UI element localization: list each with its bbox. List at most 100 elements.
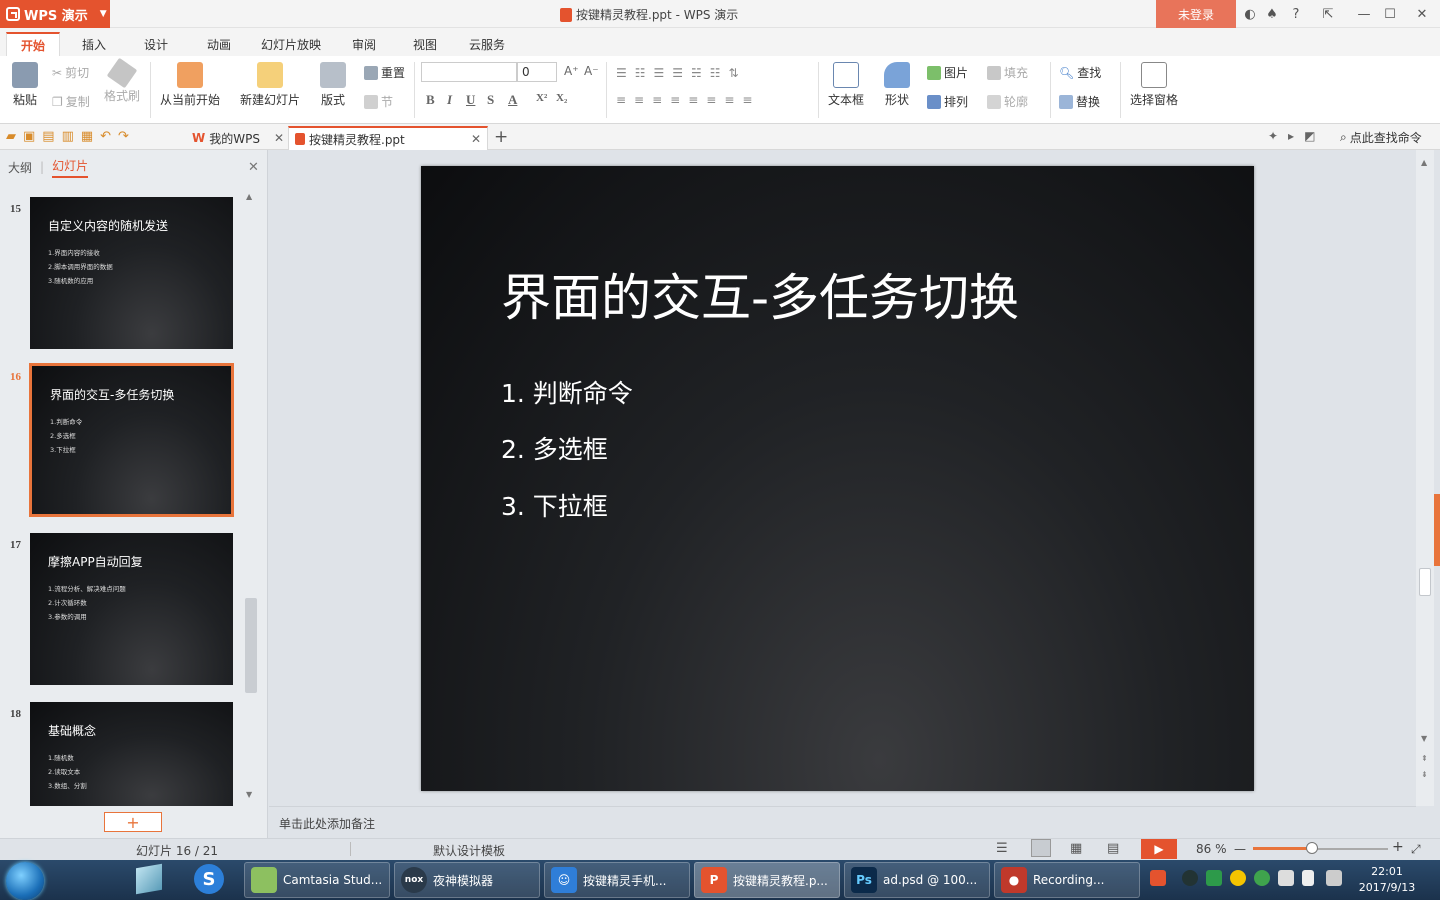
find-button[interactable]: 🔍︎ 查找 [1059,64,1101,81]
app-menu-button[interactable]: WPS 演示 ▼ [0,0,110,28]
taskbar-item[interactable]: Camtasia Stud... [244,862,390,898]
picture-button[interactable]: 图片 [927,64,968,81]
strike-button[interactable]: S [487,92,494,108]
slide-sorter-icon[interactable]: ▦ [1070,841,1082,856]
taskbar-item[interactable]: Ps ad.psd @ 100... [844,862,990,898]
underline-button[interactable]: U [466,92,475,108]
grow-font-button[interactable]: A⁺ [564,64,579,78]
close-icon[interactable]: ✕ [248,160,259,175]
tab-animation[interactable]: 动画 [193,32,245,56]
tab-review[interactable]: 审阅 [338,32,390,56]
reset-button[interactable]: 重置 [364,64,405,81]
shield-icon[interactable] [1206,870,1222,886]
notes-toggle-icon[interactable]: ☰ [996,841,1008,856]
layout-button[interactable]: 版式 [320,62,346,108]
fill-button[interactable]: 填充 [987,64,1028,81]
scrollbar-thumb[interactable] [1419,568,1431,596]
minimize-icon[interactable]: — [1354,4,1374,24]
previous-slide-icon[interactable]: ⇞ [1421,754,1428,763]
zoom-in-icon[interactable]: + [1392,839,1404,855]
slide-thumbnail[interactable]: 自定义内容的随机发送 1.界面内容的接收 2.脚本调用界面的数据 3.随机数的应… [30,197,233,349]
reading-view-icon[interactable]: ▤ [1107,841,1119,856]
new-slide-button[interactable]: 新建幻灯片 [240,62,300,108]
input-method-icon[interactable] [1150,870,1166,886]
select-pane-button[interactable]: 选择窗格 [1130,62,1178,108]
qq-icon[interactable] [1230,870,1246,886]
current-slide[interactable]: 界面的交互-多任务切换 1. 判断命令 2. 多选框 3. 下拉框 [421,166,1254,791]
canvas-scrollbar[interactable]: ▲ ▼ ⇞ ⇟ [1416,150,1434,806]
volume-icon[interactable] [1326,870,1342,886]
network-icon[interactable] [1302,870,1314,886]
slide-bullet[interactable]: 2. 多选框 [501,430,608,466]
nox-tray-icon[interactable] [1182,870,1198,886]
superscript-button[interactable]: X² [536,92,547,104]
sogou-app-icon[interactable]: S [194,864,224,894]
quick-access-icons[interactable]: ▰▣▤▥▦↶↷ [6,129,136,144]
textbox-button[interactable]: 文本框 [828,62,864,108]
scroll-down-icon[interactable]: ▼ [1421,734,1427,743]
side-panel-toggle[interactable] [1434,494,1440,566]
from-current-button[interactable]: 从当前开始 [160,62,220,108]
skin-icon[interactable]: ◐ [1240,4,1260,24]
normal-view-icon[interactable] [1031,839,1051,857]
slide-bullet[interactable]: 1. 判断命令 [501,374,633,410]
speaker-icon[interactable] [1278,870,1294,886]
tab-design[interactable]: 设计 [130,32,182,56]
font-name-select[interactable] [421,62,517,82]
tab-slideshow[interactable]: 幻灯片放映 [247,32,335,56]
thumbnails-scrollbar[interactable]: ▲ ▼ [243,190,259,804]
security-icon[interactable] [1254,870,1270,886]
start-button[interactable] [6,862,44,900]
subscript-button[interactable]: X₂ [556,92,567,104]
close-icon[interactable]: ✕ [1412,4,1432,24]
cut-button[interactable]: ✂ 剪切 [52,64,89,81]
paragraph-list-buttons[interactable]: ☰☷☰☰☵☷⇅ [616,66,747,80]
tab-cloud[interactable]: 云服务 [455,32,519,56]
slide-thumbnail-selected[interactable]: 界面的交互-多任务切换 1.判断命令 2.多选框 3.下拉框 [29,363,234,517]
tab-view[interactable]: 视图 [399,32,451,56]
zoom-out-icon[interactable]: — [1234,842,1246,856]
shape-button[interactable]: 形状 [884,62,910,108]
restore-ribbon-icon[interactable]: ⇱ [1318,4,1338,24]
replace-button[interactable]: 替换 [1059,93,1100,110]
font-color-button[interactable]: A [508,92,517,108]
login-button[interactable]: 未登录 [1156,0,1236,28]
play-slideshow-button[interactable]: ▶ [1141,839,1177,859]
tab-slides[interactable]: 幻灯片 [52,157,89,178]
clock[interactable]: 22:01 2017/9/13 [1356,864,1418,896]
taskbar-item[interactable]: ☺ 按键精灵手机... [544,862,690,898]
arrange-button[interactable]: 排列 [927,93,968,110]
add-slide-button[interactable]: + [104,812,162,832]
slide-title[interactable]: 界面的交互-多任务切换 [501,258,1019,330]
slide-bullet[interactable]: 3. 下拉框 [501,487,608,523]
slide-thumbnail[interactable]: 基础概念 1.随机数 2.读取文本 3.数组、分割 [30,702,233,806]
pinned-app-icon[interactable] [136,863,162,895]
scroll-up-icon[interactable]: ▲ [1421,158,1427,167]
tab-my-wps[interactable]: W 我的WPS ✕ [186,126,290,150]
slide-thumbnail[interactable]: 摩擦APP自动回复 1.流程分析、解决难点问题 2.计次循环数 3.参数的调用 [30,533,233,685]
section-button[interactable]: 节 [364,93,393,110]
paragraph-align-buttons[interactable]: ≡≡≡≡≡≡≡≡ [616,93,760,107]
close-tab-icon[interactable]: ✕ [471,132,481,146]
command-search[interactable]: ⌕ 点此查找命令 [1340,129,1422,146]
taskbar-item-active[interactable]: P 按键精灵教程.p... [694,862,840,898]
scrollbar-thumb[interactable] [245,598,257,693]
maximize-icon[interactable]: ☐ [1380,4,1400,24]
tab-document[interactable]: 按键精灵教程.ppt ✕ [288,126,488,150]
italic-button[interactable]: I [447,92,452,108]
shirt-icon[interactable]: ♠ [1262,4,1282,24]
scroll-up-icon[interactable]: ▲ [246,192,252,201]
taskbar-item[interactable]: ● Recording... [994,862,1140,898]
tab-insert[interactable]: 插入 [68,32,120,56]
taskbar-item[interactable]: nox 夜神模拟器 [394,862,540,898]
copy-button[interactable]: ❐ 复制 [52,93,90,110]
notes-area[interactable]: 单击此处添加备注 [269,806,1416,838]
scroll-down-icon[interactable]: ▼ [246,790,252,799]
close-tab-icon[interactable]: ✕ [274,131,284,145]
font-size-select[interactable]: 0 [517,62,557,82]
tab-outline[interactable]: 大纲 [8,159,32,176]
fit-window-icon[interactable]: ⤢ [1411,842,1421,857]
paste-button[interactable]: 粘贴 [12,62,38,108]
help-icon[interactable]: ? [1286,4,1306,24]
bold-button[interactable]: B [426,92,435,108]
